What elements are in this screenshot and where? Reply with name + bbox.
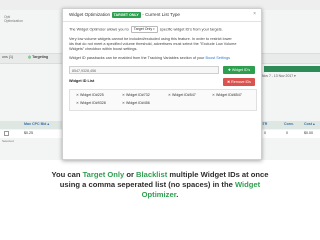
widget-id-chip[interactable]: ✕Widget ID#9328: [76, 101, 106, 105]
widget-id-label: Widget ID#547: [172, 93, 196, 97]
boost-settings-link[interactable]: Boost Settings: [205, 56, 229, 60]
widget-id-label: Widget ID#8547: [216, 93, 242, 97]
row-checkbox[interactable]: [4, 131, 9, 136]
widget-id-chip[interactable]: ✕Widget ID#732: [122, 93, 150, 97]
widget-optimizer-modal: Widget Optimization TARGET ONLY - Curren…: [62, 8, 262, 160]
remove-ids-button[interactable]: ✖ Remove IDs: [223, 78, 255, 86]
column-header-max-cpc[interactable]: Max CPC Bid ▴: [24, 122, 49, 126]
footer-small-text: Selected: [2, 139, 14, 143]
volume-note-line1: Very low volume widgets cannot be includ…: [69, 37, 232, 41]
caption-highlight-blacklist: Blacklist: [136, 170, 168, 179]
caption-highlight-optimizer: Optimizer: [141, 190, 177, 199]
widget-id-input[interactable]: 8547,9328,456: [69, 66, 219, 74]
remove-icon[interactable]: ✕: [122, 93, 125, 97]
modal-title-suffix: - Current List Type: [142, 12, 180, 18]
caption-text: .: [176, 190, 179, 199]
caption-line3: Optimizer.: [0, 190, 320, 200]
tab-targeting[interactable]: ◎Targeting: [28, 55, 48, 59]
column-header-conv[interactable]: Conv.: [284, 122, 294, 126]
date-range-picker[interactable]: Nov 7 - 13 Nov 2017 ▾: [262, 74, 296, 78]
widget-id-chip[interactable]: ✕Widget ID#225: [76, 93, 104, 97]
subheader-line2: Optimization: [4, 19, 23, 23]
caption-highlight-target-only: Target Only: [82, 170, 125, 179]
caption-line2: using a comma seperated list (no spaces)…: [0, 180, 320, 190]
volume-note-line3: Widgets" checkbox within boost settings.: [69, 47, 138, 51]
widget-id-label: Widget ID#732: [126, 93, 150, 97]
target-icon: ◎: [28, 55, 32, 59]
column-header-cost[interactable]: Cost ▴: [304, 122, 315, 126]
intro-line: The Widget Optimizer allows you to Targe…: [69, 26, 223, 34]
tab-options[interactable]: ons (1): [2, 55, 13, 59]
widget-id-chip[interactable]: ✕Widget ID#547: [168, 93, 196, 97]
list-type-select[interactable]: Target Only▾: [130, 26, 158, 34]
remove-icon[interactable]: ✕: [122, 101, 125, 105]
widget-id-chip[interactable]: ✕Widget ID#8547: [212, 93, 242, 97]
intro-text-a: The Widget Optimizer allows you to: [69, 27, 129, 32]
widget-id-label: Widget ID#456: [126, 101, 150, 105]
cell-conv: 0: [286, 131, 288, 135]
remove-icon[interactable]: ✕: [212, 93, 215, 97]
caption-highlight-widget: Widget: [234, 180, 261, 189]
add-widget-ids-button[interactable]: ✚ Widget ID's: [223, 66, 255, 74]
intro-text-b: specific widget ID's from your targets.: [159, 27, 223, 32]
header-green-bar: [264, 66, 320, 72]
caption-text: or: [124, 170, 137, 179]
cell-max-cpc: $0.25: [24, 131, 33, 135]
close-icon[interactable]: ×: [253, 11, 256, 17]
caption-text: using a comma seperated list (no spaces)…: [59, 180, 235, 189]
modal-title: Widget Optimization TARGET ONLY - Curren…: [69, 12, 180, 18]
widget-id-list: ✕Widget ID#225 ✕Widget ID#732 ✕Widget ID…: [69, 89, 257, 111]
widget-id-chip[interactable]: ✕Widget ID#456: [122, 101, 150, 105]
modal-title-prefix: Widget Optimization: [69, 12, 111, 18]
caption-text: You can: [51, 170, 83, 179]
list-type-select-value: Target Only: [133, 27, 153, 32]
widget-id-list-label: Widget ID List: [69, 79, 95, 83]
remove-icon[interactable]: ✕: [76, 93, 79, 97]
modal-header: Widget Optimization TARGET ONLY - Curren…: [63, 9, 261, 22]
tab-targeting-label: Targeting: [32, 55, 49, 59]
remove-icon[interactable]: ✕: [76, 101, 79, 105]
cell-cost: $0.00: [304, 131, 313, 135]
volume-note-line2: ids that do not meet a specified volume …: [69, 42, 237, 46]
subheader: Opti Optimization: [4, 15, 52, 24]
caption-text: multiple Widget IDs at once: [167, 170, 269, 179]
list-type-badge: TARGET ONLY: [111, 12, 141, 18]
cell-ctr: 0: [264, 131, 266, 135]
passback-text: Widget ID passbacks can be enabled from …: [69, 56, 205, 60]
remove-icon[interactable]: ✕: [168, 93, 171, 97]
chevron-down-icon: ▾: [153, 27, 155, 32]
caption: You can Target Only or Blacklist multipl…: [0, 170, 320, 200]
widget-id-label: Widget ID#9328: [80, 101, 106, 105]
passback-note: Widget ID passbacks can be enabled from …: [69, 56, 230, 61]
caption-line1: You can Target Only or Blacklist multipl…: [0, 170, 320, 180]
widget-id-label: Widget ID#225: [80, 93, 104, 97]
